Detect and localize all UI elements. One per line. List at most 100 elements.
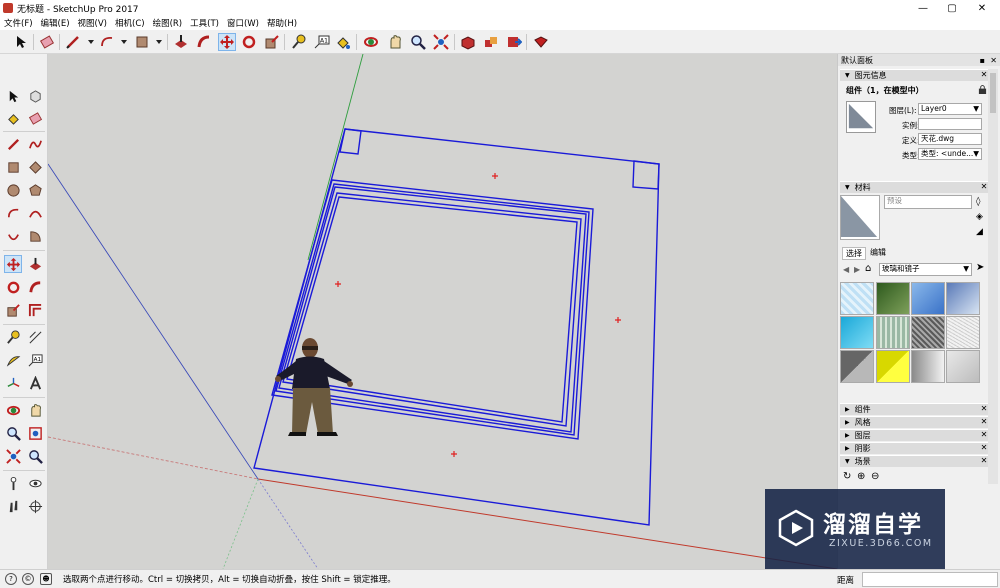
circle-icon[interactable] <box>4 181 22 199</box>
material-swatch[interactable] <box>911 316 945 349</box>
credits-icon[interactable]: © <box>22 573 34 585</box>
model-viewport[interactable] <box>48 54 837 569</box>
select-icon[interactable] <box>4 87 22 105</box>
dimension-icon[interactable] <box>26 328 44 346</box>
offset-icon[interactable] <box>26 301 44 319</box>
shape-dropdown-icon[interactable] <box>150 33 168 51</box>
zoom-extents-tool-icon[interactable] <box>432 33 450 51</box>
look-around-icon[interactable] <box>26 474 44 492</box>
menu-draw[interactable]: 绘图(R) <box>149 17 187 29</box>
minimize-button[interactable]: — <box>908 0 938 16</box>
make-component-icon[interactable] <box>26 87 44 105</box>
menu-edit[interactable]: 编辑(E) <box>37 17 74 29</box>
scenes-header[interactable]: ▼ 场景 ✕ <box>840 455 989 467</box>
menu-file[interactable]: 文件(F) <box>0 17 37 29</box>
layer-select[interactable]: Layer0 ▼ <box>918 103 982 115</box>
styles-header[interactable]: ▶ 风格 ✕ <box>840 416 989 428</box>
orbit-icon[interactable] <box>4 401 22 419</box>
pin-icon[interactable]: ▪ <box>980 56 985 65</box>
axes-icon[interactable] <box>4 374 22 392</box>
move-icon[interactable] <box>4 255 22 273</box>
two-point-arc-icon[interactable] <box>26 204 44 222</box>
orbit-tool-icon[interactable] <box>362 33 380 51</box>
home-icon[interactable]: ⌂ <box>865 263 871 274</box>
line-tool-icon[interactable] <box>64 33 82 51</box>
arc-icon[interactable] <box>4 204 22 222</box>
create-material-icon[interactable]: ◈ <box>976 212 983 222</box>
material-swatch[interactable] <box>840 316 874 349</box>
material-swatch[interactable] <box>876 282 910 315</box>
instance-field[interactable] <box>918 118 982 130</box>
menu-camera[interactable]: 相机(C) <box>111 17 149 29</box>
extension-warehouse-icon[interactable] <box>505 33 523 51</box>
ceiling-component[interactable] <box>253 128 660 526</box>
back-arrow-icon[interactable]: ◀ <box>843 265 849 274</box>
material-swatch[interactable] <box>946 316 980 349</box>
paint-bucket-icon[interactable] <box>4 109 22 127</box>
scale-tool-icon[interactable] <box>263 33 281 51</box>
user-icon[interactable]: ☻ <box>40 573 52 585</box>
components-header[interactable]: ▶ 组件 ✕ <box>840 403 989 415</box>
walk-icon[interactable] <box>4 497 22 515</box>
layers-header[interactable]: ▶ 图层 ✕ <box>840 429 989 441</box>
tape-measure-tool-icon[interactable] <box>290 33 308 51</box>
pie-icon[interactable] <box>26 227 44 245</box>
close-button[interactable]: ✕ <box>967 0 997 16</box>
refresh-icon[interactable]: ↻ <box>843 471 851 482</box>
material-swatch[interactable] <box>840 282 874 315</box>
freehand-icon[interactable] <box>26 135 44 153</box>
tray-scrollbar[interactable] <box>988 69 998 484</box>
measurement-input[interactable] <box>862 572 998 587</box>
forward-arrow-icon[interactable]: ▶ <box>854 265 860 274</box>
3d-warehouse-icon[interactable] <box>459 33 477 51</box>
rotate-icon[interactable] <box>4 278 22 296</box>
position-camera-icon[interactable] <box>4 474 22 492</box>
material-swatch[interactable] <box>946 282 980 315</box>
geo-location-icon[interactable]: ? <box>5 573 17 585</box>
tab-edit[interactable]: 编辑 <box>867 247 889 258</box>
rectangle-tool-icon[interactable] <box>133 33 151 51</box>
add-scene-icon[interactable]: ⊕ <box>857 471 865 482</box>
zoom-icon[interactable] <box>4 424 22 442</box>
entity-info-header[interactable]: ▼ 图元信息 ✕ <box>840 69 989 81</box>
tape-measure-icon[interactable] <box>4 328 22 346</box>
follow-me-tool-icon[interactable] <box>195 33 213 51</box>
text-tool-icon[interactable]: A1 <box>313 33 331 51</box>
material-swatch[interactable] <box>876 350 910 383</box>
material-swatch[interactable] <box>876 316 910 349</box>
menu-window[interactable]: 窗口(W) <box>223 17 263 29</box>
eraser-icon[interactable] <box>26 109 44 127</box>
material-swatch[interactable] <box>911 282 945 315</box>
material-name-field[interactable]: 预设 <box>884 195 972 209</box>
tab-select[interactable]: 选择 <box>842 247 866 260</box>
menu-view[interactable]: 视图(V) <box>74 17 111 29</box>
eraser-tool-icon[interactable] <box>38 33 56 51</box>
zoom-extents-icon[interactable] <box>4 447 22 465</box>
pan-icon[interactable] <box>26 401 44 419</box>
rotated-rectangle-icon[interactable] <box>26 158 44 176</box>
extension-manager-icon[interactable] <box>532 33 550 51</box>
shadows-header[interactable]: ▶ 阴影 ✕ <box>840 442 989 454</box>
protractor-icon[interactable] <box>4 351 22 369</box>
menu-tools[interactable]: 工具(T) <box>186 17 223 29</box>
push-pull-icon[interactable] <box>26 255 44 273</box>
zoom-window-icon[interactable] <box>26 424 44 442</box>
follow-me-icon[interactable] <box>26 278 44 296</box>
pan-tool-icon[interactable] <box>386 33 404 51</box>
material-swatch[interactable] <box>911 350 945 383</box>
text-icon[interactable]: A1 <box>26 351 44 369</box>
materials-header[interactable]: ▼ 材料 ✕ <box>840 181 989 193</box>
section-plane-icon[interactable] <box>26 497 44 515</box>
material-swatch[interactable] <box>840 350 874 383</box>
components-share-icon[interactable] <box>482 33 500 51</box>
polygon-icon[interactable] <box>26 181 44 199</box>
arc-tool-icon[interactable] <box>98 33 116 51</box>
arc-dropdown-icon[interactable] <box>115 33 133 51</box>
details-icon[interactable]: ➤ <box>976 262 984 273</box>
3d-text-icon[interactable] <box>26 374 44 392</box>
menu-help[interactable]: 帮助(H) <box>263 17 301 29</box>
rotate-tool-icon[interactable] <box>240 33 258 51</box>
paint-bucket-tool-icon[interactable] <box>334 33 352 51</box>
select-tool-icon[interactable] <box>12 33 30 51</box>
three-point-arc-icon[interactable] <box>4 227 22 245</box>
